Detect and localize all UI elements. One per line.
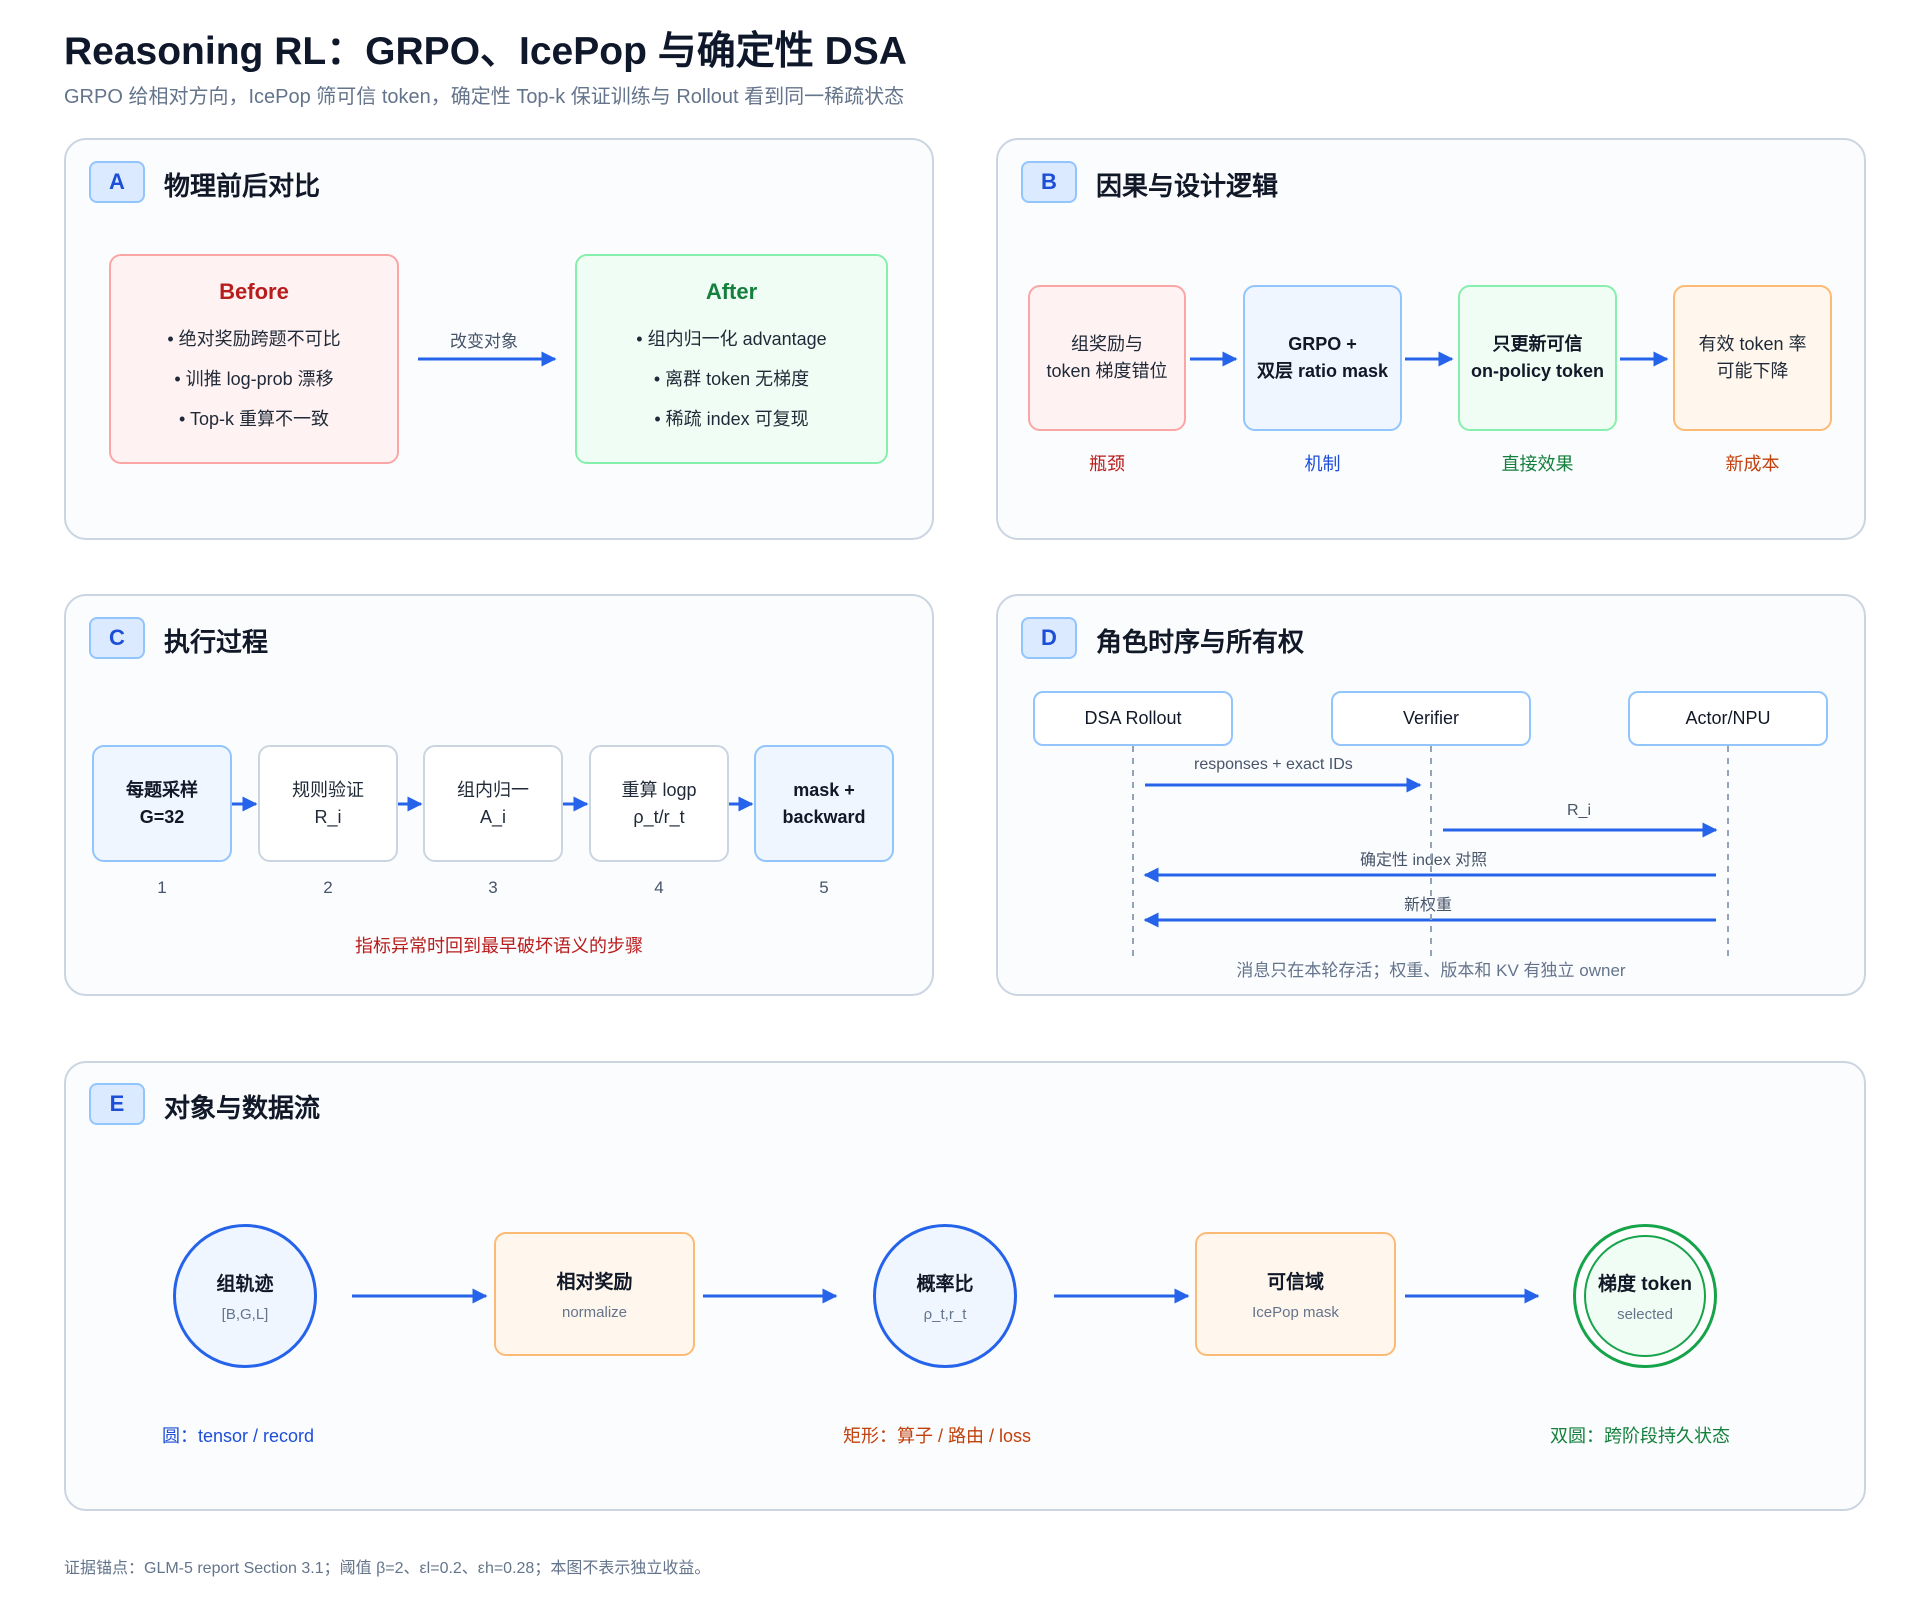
connector-layer: [232, 351, 1729, 1304]
